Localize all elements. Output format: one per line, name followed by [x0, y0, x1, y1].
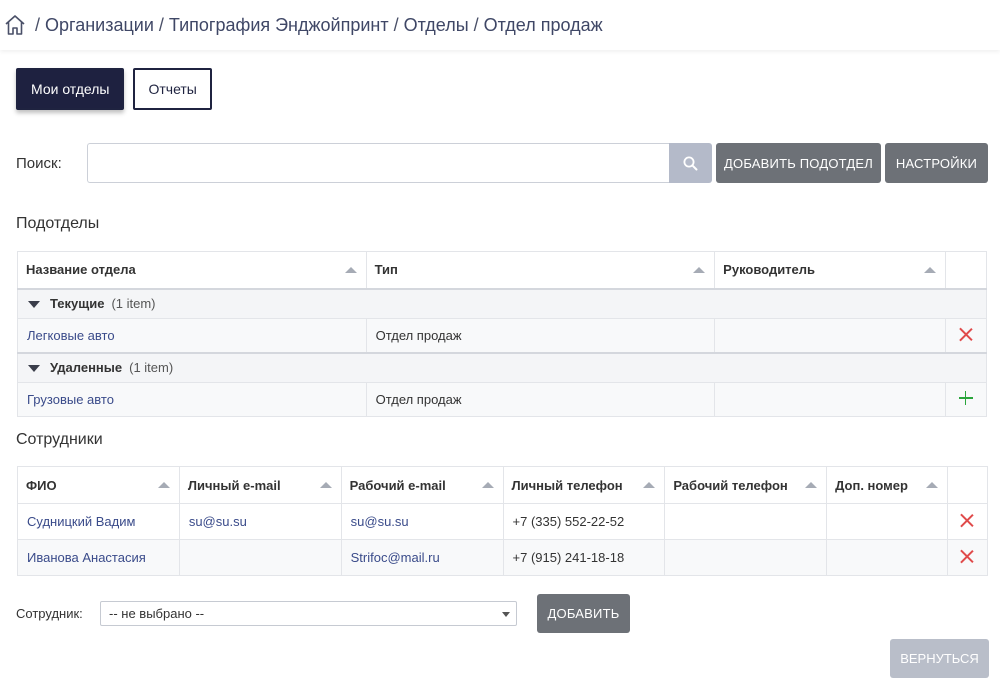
- delete-icon[interactable]: [959, 327, 973, 341]
- collapse-triangle-icon[interactable]: [28, 365, 40, 373]
- home-icon[interactable]: [4, 14, 26, 36]
- group-row-deleted: Удаленные (1 item): [17, 351, 987, 383]
- back-button[interactable]: ВЕРНУТЬСЯ: [890, 639, 989, 678]
- row-action-cell: [946, 539, 989, 576]
- breadcrumb-departments[interactable]: Отделы: [404, 15, 469, 36]
- row-action-cell: [944, 318, 988, 353]
- department-type: Отдел продаж: [365, 318, 716, 353]
- delete-icon[interactable]: [960, 549, 974, 563]
- department-name-link[interactable]: Грузовые авто: [17, 382, 367, 417]
- employee-name-link[interactable]: Судницкий Вадим: [17, 503, 180, 540]
- table-row: Грузовые авто Отдел продаж: [17, 382, 988, 417]
- tab-reports[interactable]: Отчеты: [133, 68, 212, 110]
- settings-button[interactable]: НАСТРОЙКИ: [885, 143, 988, 183]
- work-phone: [664, 503, 828, 540]
- search-button[interactable]: [669, 143, 712, 183]
- employees-title: Сотрудники: [16, 431, 103, 448]
- breadcrumb-organization[interactable]: Типография Энджойпринт: [169, 15, 389, 36]
- sort-icon: [805, 482, 818, 488]
- table-row: Легковые авто Отдел продаж: [17, 318, 988, 353]
- group-name: Текущие: [50, 296, 105, 312]
- employee-select-label: Сотрудник:: [16, 606, 83, 621]
- group-count: (1 item): [111, 296, 156, 312]
- personal-phone: +7 (335) 552-22-52: [502, 503, 666, 540]
- column-header-work-email[interactable]: Рабочий e-mail: [340, 466, 504, 504]
- collapse-triangle-icon[interactable]: [28, 301, 40, 309]
- row-action-cell: [944, 382, 988, 417]
- sort-icon: [693, 267, 706, 273]
- group-name: Удаленные: [50, 360, 123, 376]
- sort-icon: [925, 482, 938, 488]
- add-employee-button[interactable]: ДОБАВИТЬ: [537, 594, 630, 633]
- employee-select-value: -- не выбрано --: [109, 606, 205, 621]
- column-header-personal-email[interactable]: Личный e-mail: [178, 466, 342, 504]
- department-name-link[interactable]: Легковые авто: [17, 318, 367, 353]
- column-header-type[interactable]: Тип: [365, 251, 716, 289]
- work-email-link[interactable]: su@su.su: [340, 503, 504, 540]
- column-header-actions: [944, 251, 988, 289]
- column-header-extension[interactable]: Доп. номер: [826, 466, 948, 504]
- work-phone: [664, 539, 828, 576]
- restore-plus-icon[interactable]: [958, 391, 973, 405]
- group-row-current: Текущие (1 item): [17, 287, 987, 319]
- column-header-full-name[interactable]: ФИО: [17, 466, 180, 504]
- subdepartments-title: Подотделы: [16, 215, 100, 232]
- employee-picker-row: Сотрудник: -- не выбрано -- ДОБАВИТЬ: [16, 594, 630, 633]
- employees-table: ФИО Личный e-mail Рабочий e-mail Личный …: [17, 466, 989, 576]
- search-bar: Поиск: ДОБАВИТЬ ПОДОТДЕЛ НАСТРОЙКИ: [16, 143, 988, 183]
- extension: [826, 539, 948, 576]
- department-type: Отдел продаж: [365, 382, 716, 417]
- personal-phone: +7 (915) 241-18-18: [502, 539, 666, 576]
- group-count: (1 item): [129, 360, 174, 376]
- add-subdepartment-button[interactable]: ДОБАВИТЬ ПОДОТДЕЛ: [716, 143, 881, 183]
- column-header-head[interactable]: Руководитель: [714, 251, 946, 289]
- breadcrumb-organizations[interactable]: Организации: [45, 15, 154, 36]
- chevron-down-icon: [502, 612, 510, 617]
- column-header-work-phone[interactable]: Рабочий телефон: [664, 466, 828, 504]
- sort-icon: [481, 482, 494, 488]
- sort-icon: [319, 482, 332, 488]
- search-input[interactable]: [87, 143, 669, 183]
- row-action-cell: [946, 503, 989, 540]
- breadcrumb-current-department: Отдел продаж: [483, 14, 603, 35]
- column-header-personal-phone[interactable]: Личный телефон: [502, 466, 666, 504]
- tab-bar: Мои отделы Отчеты: [16, 68, 212, 110]
- extension: [826, 503, 948, 540]
- breadcrumb-separator: /: [158, 14, 164, 35]
- breadcrumb-separator: /: [393, 14, 399, 35]
- breadcrumb-separator: /: [473, 14, 479, 35]
- sort-icon: [923, 267, 936, 273]
- sort-icon: [643, 482, 656, 488]
- employee-name-link[interactable]: Иванова Анастасия: [17, 539, 180, 576]
- department-head: [714, 382, 946, 417]
- personal-email-link[interactable]: [178, 539, 342, 576]
- sort-icon: [344, 267, 357, 273]
- department-head: [714, 318, 946, 353]
- subdepartments-table: Название отдела Тип Руководитель Текущие…: [17, 251, 988, 417]
- tab-my-departments[interactable]: Мои отделы: [16, 68, 125, 110]
- search-label: Поиск:: [16, 154, 62, 172]
- column-header-actions: [946, 466, 989, 504]
- breadcrumb-separator: /: [35, 14, 41, 35]
- breadcrumb: / Организации / Типография Энджойпринт /…: [0, 0, 1000, 50]
- table-row: Судницкий Вадим su@su.su su@su.su +7 (33…: [17, 503, 989, 540]
- work-email-link[interactable]: Strifoc@mail.ru: [340, 539, 504, 576]
- delete-icon[interactable]: [960, 513, 974, 527]
- column-header-department-name[interactable]: Название отдела: [17, 251, 367, 289]
- sort-icon: [157, 482, 170, 488]
- table-row: Иванова Анастасия Strifoc@mail.ru +7 (91…: [17, 539, 989, 576]
- personal-email-link[interactable]: su@su.su: [178, 503, 342, 540]
- search-icon: [683, 156, 698, 170]
- employee-select[interactable]: -- не выбрано --: [100, 601, 517, 626]
